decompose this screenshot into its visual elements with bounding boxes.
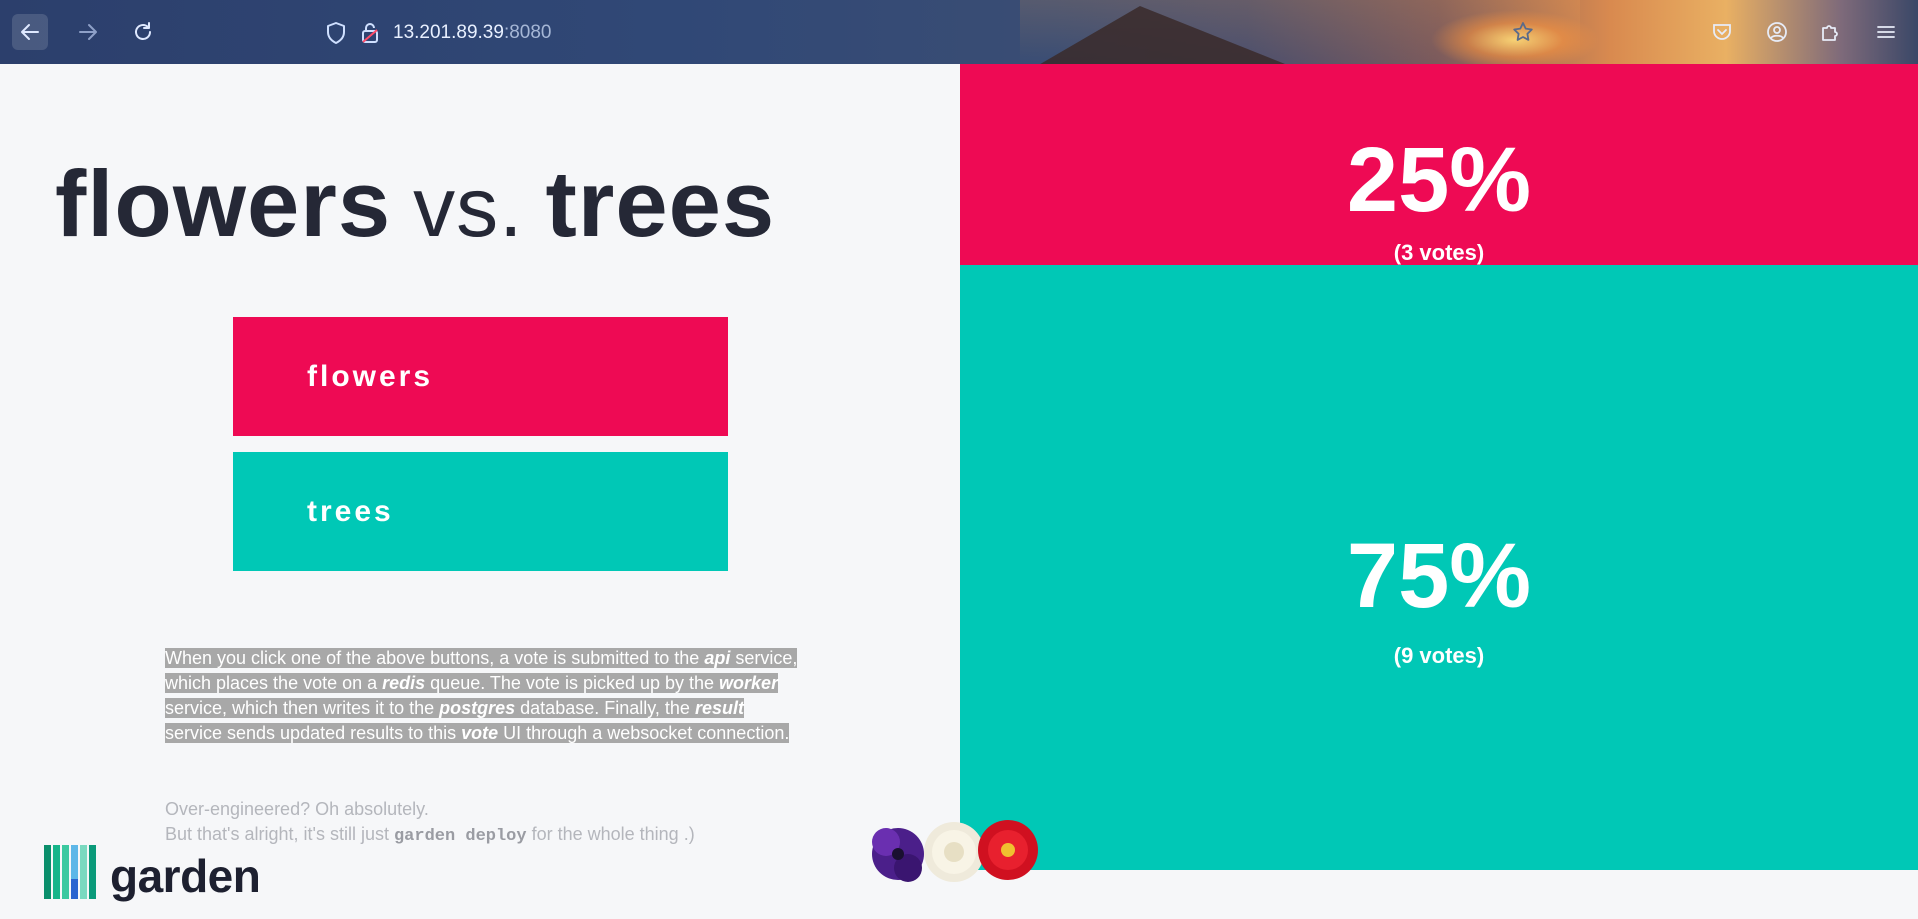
account-button[interactable] — [1763, 18, 1791, 46]
url-port: :8080 — [503, 22, 552, 43]
desc-text: service sends updated results to this — [165, 723, 462, 743]
deploy-command: garden deploy — [393, 827, 527, 846]
garden-logo-text: garden — [110, 850, 261, 902]
title-option-a: flowers — [55, 151, 392, 256]
garden-logo-icon — [44, 845, 96, 899]
desc-term-api: api — [704, 648, 731, 668]
title-vs: vs. — [413, 160, 524, 254]
flowers-illustration — [872, 820, 1038, 882]
forward-button[interactable] — [70, 14, 106, 50]
vote-trees-button[interactable]: trees — [233, 452, 728, 571]
desc-text: queue. The vote is picked up by the — [425, 673, 720, 693]
vote-flowers-button[interactable]: flowers — [233, 317, 728, 436]
desc-text: UI through a websocket connection. — [498, 723, 790, 743]
reload-icon — [135, 22, 151, 40]
pocket-button[interactable] — [1708, 18, 1736, 46]
purple-flower-icon — [872, 828, 924, 882]
menu-icon — [1877, 26, 1895, 38]
result-flowers-percent: 25% — [1346, 129, 1532, 231]
lock-icon[interactable] — [359, 21, 381, 45]
result-trees-percent: 75% — [1346, 525, 1532, 627]
footnote-text: for the whole thing .) — [526, 824, 695, 844]
desc-term-vote: vote — [461, 723, 499, 743]
url-host: 13.201.89.39 — [393, 22, 504, 43]
desc-term-postgres: postgres — [439, 698, 516, 718]
page-title: flowers vs. trees — [55, 150, 775, 258]
desc-term-result: result — [694, 698, 744, 718]
result-flowers-panel: 25% (3 votes) — [960, 64, 1918, 265]
app-menu-button[interactable] — [1872, 18, 1900, 46]
footnote-line-1: Over-engineered? Oh absolutely. — [165, 799, 429, 819]
desc-text: service, which then writes it to the — [165, 698, 440, 718]
account-icon — [1767, 22, 1787, 42]
address-bar[interactable]: 13.201.89.39:8080 — [325, 20, 552, 46]
footnote-text: But that's alright, it's still just — [165, 824, 394, 844]
shield-icon[interactable] — [325, 21, 347, 45]
result-flowers-votes: (3 votes) — [1393, 240, 1485, 265]
result-trees-panel: 75% (9 votes) — [960, 265, 1918, 870]
desc-text: database. Finally, the — [515, 698, 695, 718]
garden-logo: garden — [44, 845, 261, 902]
result-trees-votes: (9 votes) — [1393, 643, 1485, 668]
pocket-icon — [1713, 24, 1731, 40]
extensions-button[interactable] — [1816, 18, 1844, 46]
desc-term-redis: redis — [382, 673, 426, 693]
bookmark-star-icon — [1513, 22, 1533, 41]
footnote: Over-engineered? Oh absolutely. But that… — [165, 797, 695, 849]
architecture-description: When you click one of the above buttons,… — [165, 646, 805, 746]
browser-toolbar: 13.201.89.39:8080 — [0, 0, 1918, 64]
url-text[interactable]: 13.201.89.39:8080 — [393, 22, 552, 44]
reload-button[interactable] — [125, 14, 161, 50]
desc-term-worker: worker — [719, 673, 779, 693]
description-highlight: When you click one of the above buttons,… — [165, 648, 798, 743]
title-option-b: trees — [545, 151, 776, 256]
white-flower-icon — [924, 822, 984, 882]
desc-text: When you click one of the above buttons,… — [165, 648, 705, 668]
red-flower-icon — [978, 820, 1038, 880]
theme-mountain — [1030, 6, 1300, 64]
back-button[interactable] — [12, 14, 48, 50]
extensions-icon — [1822, 25, 1838, 41]
forward-arrow-icon — [79, 24, 97, 40]
back-arrow-icon — [21, 24, 39, 40]
bookmark-button[interactable] — [1509, 18, 1537, 46]
